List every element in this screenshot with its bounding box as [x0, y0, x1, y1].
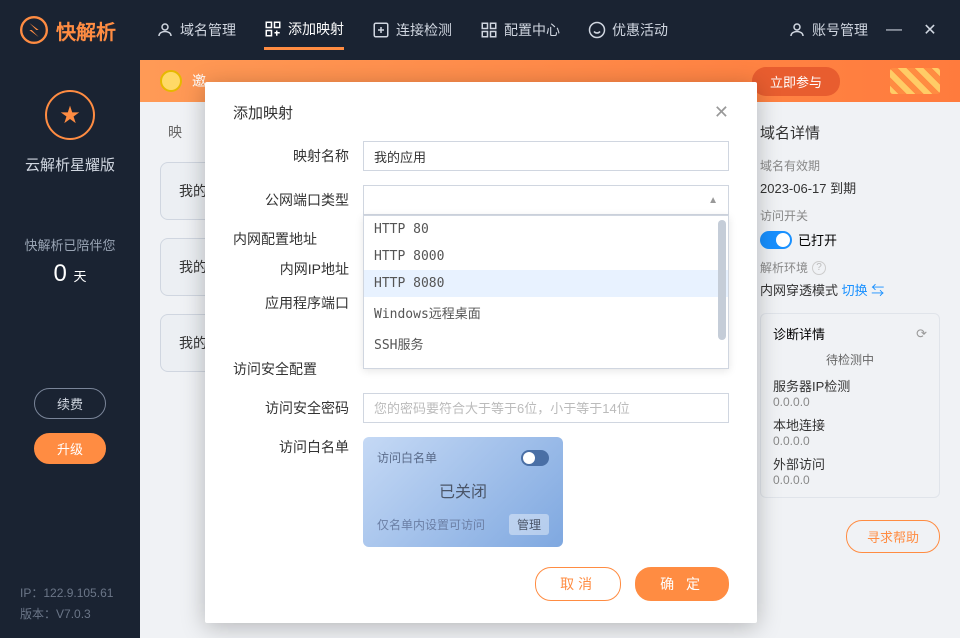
plus-box-icon — [372, 21, 390, 39]
dropdown-scrollbar[interactable] — [718, 220, 726, 340]
whitelist-card: 访问白名单 已关闭 仅名单内设置可访问 管理 — [363, 437, 563, 547]
mapping-name-label: 映射名称 — [233, 146, 363, 166]
port-option-ssh[interactable]: SSH服务 — [364, 328, 728, 359]
titlebar: 快解析 域名管理 添加映射 连接检测 配置中心 优惠活动 账号管理 — ✕ — [0, 0, 960, 60]
port-type-select[interactable]: ▲ — [363, 185, 729, 215]
ext-access-value: 0.0.0.0 — [773, 473, 927, 487]
port-option-http-8080[interactable]: HTTP 8080 — [364, 270, 728, 297]
nav-config-center[interactable]: 配置中心 — [480, 11, 560, 50]
whitelist-manage-button[interactable]: 管理 — [509, 514, 549, 535]
brand-text: 快解析 — [56, 16, 116, 45]
password-input[interactable] — [363, 393, 729, 423]
port-option-http-8000[interactable]: HTTP 8000 — [364, 243, 728, 270]
banner-text: 邀 — [192, 71, 206, 91]
port-option-http-80[interactable]: HTTP 80 — [364, 216, 728, 243]
user-icon — [788, 21, 806, 39]
minimize-button[interactable]: — — [884, 21, 904, 39]
seek-help-button[interactable]: 寻求帮助 — [846, 520, 940, 553]
companion-text: 快解析已陪伴您 — [10, 235, 130, 254]
access-status: 已打开 — [798, 230, 837, 249]
local-conn-value: 0.0.0.0 — [773, 434, 927, 448]
ext-access-label: 外部访问 — [773, 454, 927, 473]
access-toggle[interactable] — [760, 231, 792, 249]
top-nav: 域名管理 添加映射 连接检测 配置中心 优惠活动 — [156, 11, 668, 50]
nav-connect-test[interactable]: 连接检测 — [372, 11, 452, 50]
server-ip-value: 0.0.0.0 — [773, 395, 927, 409]
app-logo-icon — [20, 16, 48, 44]
chevron-up-icon: ▲ — [708, 195, 718, 206]
nav-add-mapping[interactable]: 添加映射 — [264, 11, 344, 50]
gift-icon — [890, 68, 940, 94]
close-button[interactable]: ✕ — [920, 20, 940, 40]
diag-status: 待检测中 — [773, 351, 927, 368]
valid-label: 域名有效期 — [760, 157, 940, 174]
whitelist-status: 已关闭 — [377, 478, 549, 502]
diag-title: 诊断详情 — [773, 324, 825, 343]
modal-close-icon[interactable]: ✕ — [714, 102, 729, 123]
help-icon[interactable]: ? — [812, 261, 826, 275]
env-label: 解析环境 — [760, 259, 808, 276]
password-label: 访问安全密码 — [233, 398, 363, 418]
nav-promo[interactable]: 优惠活动 — [588, 11, 668, 50]
refresh-icon[interactable]: ⟳ — [916, 326, 927, 342]
grid-plus-icon — [264, 20, 282, 38]
port-type-label: 公网端口类型 — [233, 190, 363, 210]
whitelist-hint: 仅名单内设置可访问 — [377, 516, 485, 533]
sidebar-info: IP：122.9.105.61 版本：V7.0.3 — [20, 580, 113, 622]
account-menu[interactable]: 账号管理 — [788, 20, 868, 40]
mapping-name-input[interactable] — [363, 141, 729, 171]
panel-title: 域名详情 — [760, 122, 940, 143]
port-option-sql[interactable]: SQL Serve服务 — [364, 359, 728, 369]
confirm-button[interactable]: 确 定 — [635, 567, 729, 601]
sidebar: ★ 云解析星耀版 快解析已陪伴您 0 天 续费 升级 IP：122.9.105.… — [0, 60, 140, 638]
whitelist-card-title: 访问白名单 — [377, 449, 437, 466]
tab-mapping[interactable]: 映 — [168, 122, 182, 142]
domain-detail-panel: 域名详情 域名有效期 2023-06-17 到期 访问开关 已打开 解析环境 ?… — [760, 122, 940, 553]
whitelist-toggle[interactable] — [521, 450, 549, 466]
server-ip-label: 服务器IP检测 — [773, 376, 927, 395]
edition-name: 云解析星耀版 — [10, 154, 130, 175]
port-type-dropdown: HTTP 80 HTTP 8000 HTTP 8080 Windows远程桌面 … — [363, 215, 729, 369]
port-option-rdp[interactable]: Windows远程桌面 — [364, 297, 728, 328]
app-logo: 快解析 — [20, 16, 116, 45]
upgrade-button[interactable]: 升级 — [34, 433, 106, 464]
diagnosis-box: 诊断详情 ⟳ 待检测中 服务器IP检测 0.0.0.0 本地连接 0.0.0.0… — [760, 313, 940, 498]
edition-badge-icon: ★ — [45, 90, 95, 140]
nav-domain-mgmt[interactable]: 域名管理 — [156, 11, 236, 50]
valid-value: 2023-06-17 到期 — [760, 178, 940, 197]
env-mode: 内网穿透模式 — [760, 283, 838, 298]
coin-icon — [160, 70, 182, 92]
days-counter: 0 天 — [10, 260, 130, 288]
switch-mode-link[interactable]: 切换 ⇆ — [842, 283, 885, 298]
access-switch-label: 访问开关 — [760, 207, 940, 224]
user-icon — [156, 21, 174, 39]
join-button[interactable]: 立即参与 — [752, 67, 840, 96]
add-mapping-modal: 添加映射 ✕ 映射名称 公网端口类型 ▲ HTTP 80 HTTP 8000 H… — [205, 82, 757, 623]
grid-icon — [480, 21, 498, 39]
modal-title: 添加映射 — [233, 102, 293, 123]
renew-button[interactable]: 续费 — [34, 388, 106, 419]
smile-icon — [588, 21, 606, 39]
cancel-button[interactable]: 取消 — [535, 567, 621, 601]
local-conn-label: 本地连接 — [773, 415, 927, 434]
whitelist-label: 访问白名单 — [233, 437, 363, 457]
